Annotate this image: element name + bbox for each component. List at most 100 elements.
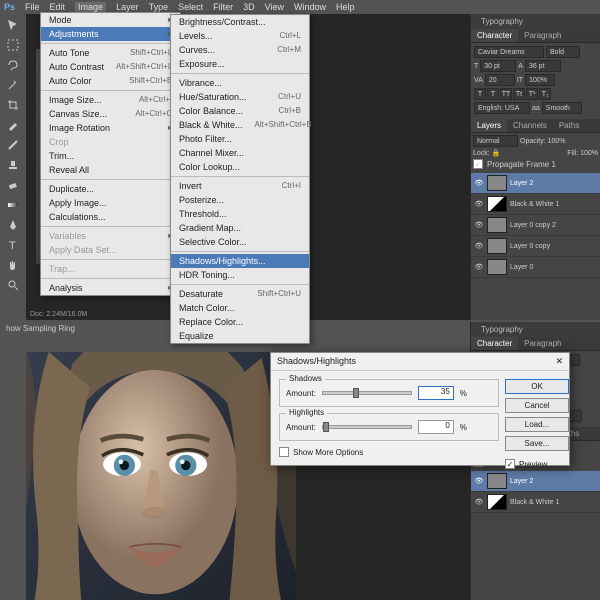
menu-item[interactable]: Image Size...Alt+Ctrl+I bbox=[41, 93, 180, 107]
eyedropper-tool[interactable] bbox=[2, 116, 24, 134]
menu-item[interactable]: Vibrance... bbox=[171, 76, 309, 90]
menu-item[interactable]: Variables bbox=[41, 229, 180, 243]
shadows-amount-input[interactable]: 35 bbox=[418, 386, 454, 400]
menu-image[interactable]: Image bbox=[75, 2, 106, 12]
menu-item[interactable]: Gradient Map... bbox=[171, 221, 309, 235]
menu-item[interactable]: Match Color... bbox=[171, 301, 309, 315]
visibility-icon[interactable]: 👁 bbox=[474, 262, 484, 272]
menu-item[interactable]: Trap... bbox=[41, 262, 180, 276]
load-button[interactable]: Load... bbox=[505, 417, 569, 432]
cancel-button[interactable]: Cancel bbox=[505, 398, 569, 413]
marquee-tool[interactable] bbox=[2, 36, 24, 54]
layer-row[interactable]: 👁Layer 0 bbox=[471, 257, 600, 278]
leading-input[interactable]: 36 pt bbox=[525, 60, 561, 72]
kerning-input[interactable]: 20 bbox=[485, 74, 515, 86]
lang-select[interactable]: English: USA bbox=[474, 102, 530, 114]
shadows-amount-slider[interactable] bbox=[322, 391, 412, 395]
menu-item[interactable]: Curves...Ctrl+M bbox=[171, 43, 309, 57]
menu-item[interactable]: Adjustments bbox=[41, 27, 180, 41]
menu-item[interactable]: DesaturateShift+Ctrl+U bbox=[171, 287, 309, 301]
menu-item[interactable]: Auto ToneShift+Ctrl+L bbox=[41, 46, 180, 60]
pen-tool[interactable] bbox=[2, 216, 24, 234]
menu-item[interactable]: HDR Toning... bbox=[171, 268, 309, 282]
lock-icon[interactable]: 🔒 bbox=[492, 149, 501, 157]
character-tab[interactable]: Character bbox=[471, 337, 518, 350]
menu-item[interactable]: Apply Image... bbox=[41, 196, 180, 210]
menu-view[interactable]: View bbox=[265, 2, 284, 12]
layer-row[interactable]: 👁Layer 0 copy bbox=[471, 236, 600, 257]
menu-filter[interactable]: Filter bbox=[213, 2, 233, 12]
stamp-tool[interactable] bbox=[2, 156, 24, 174]
menu-item[interactable]: Auto ContrastAlt+Shift+Ctrl+L bbox=[41, 60, 180, 74]
menu-item[interactable]: Color Balance...Ctrl+B bbox=[171, 104, 309, 118]
menu-select[interactable]: Select bbox=[178, 2, 203, 12]
brush-tool[interactable] bbox=[2, 136, 24, 154]
menu-item[interactable]: Threshold... bbox=[171, 207, 309, 221]
menu-item[interactable]: Replace Color... bbox=[171, 315, 309, 329]
layers-tab[interactable]: Layers bbox=[471, 119, 507, 132]
menu-item[interactable]: Canvas Size...Alt+Ctrl+C bbox=[41, 107, 180, 121]
eraser-tool[interactable] bbox=[2, 176, 24, 194]
panel-preset-tab[interactable]: Typography bbox=[473, 324, 531, 335]
ok-button[interactable]: OK bbox=[505, 379, 569, 394]
menu-item[interactable]: Black & White...Alt+Shift+Ctrl+B bbox=[171, 118, 309, 132]
menu-item[interactable]: Photo Filter... bbox=[171, 132, 309, 146]
preview-check[interactable]: ✓ bbox=[505, 459, 515, 469]
layer-row[interactable]: 👁Black & White 1 bbox=[471, 194, 600, 215]
highlights-amount-input[interactable]: 0 bbox=[418, 420, 454, 434]
paths-tab[interactable]: Paths bbox=[553, 119, 585, 132]
menu-item[interactable]: Color Lookup... bbox=[171, 160, 309, 174]
menu-file[interactable]: File bbox=[25, 2, 40, 12]
menu-item[interactable]: Calculations... bbox=[41, 210, 180, 224]
menu-edit[interactable]: Edit bbox=[50, 2, 66, 12]
save-button[interactable]: Save... bbox=[505, 436, 569, 451]
wand-tool[interactable] bbox=[2, 76, 24, 94]
type-tool[interactable]: T bbox=[2, 236, 24, 254]
menu-item[interactable]: Posterize... bbox=[171, 193, 309, 207]
highlights-amount-slider[interactable] bbox=[322, 425, 412, 429]
character-tab[interactable]: Character bbox=[471, 29, 518, 42]
aa-select[interactable]: Smooth bbox=[542, 102, 582, 114]
crop-tool[interactable] bbox=[2, 96, 24, 114]
move-tool[interactable] bbox=[2, 16, 24, 34]
font-size-input[interactable]: 30 pt bbox=[480, 60, 516, 72]
menu-layer[interactable]: Layer bbox=[116, 2, 139, 12]
visibility-icon[interactable]: 👁 bbox=[474, 497, 484, 507]
menu-item[interactable]: Auto ColorShift+Ctrl+B bbox=[41, 74, 180, 88]
channels-tab[interactable]: Channels bbox=[507, 119, 553, 132]
propagate-check[interactable]: ✓ bbox=[473, 159, 483, 169]
menu-type[interactable]: Type bbox=[149, 2, 169, 12]
visibility-icon[interactable]: 👁 bbox=[474, 476, 484, 486]
visibility-icon[interactable]: 👁 bbox=[474, 178, 484, 188]
hand-tool[interactable] bbox=[2, 256, 24, 274]
panel-preset-tab[interactable]: Typography bbox=[473, 16, 531, 27]
close-icon[interactable]: ✕ bbox=[555, 356, 563, 367]
visibility-icon[interactable]: 👁 bbox=[474, 220, 484, 230]
menu-item[interactable]: Trim... bbox=[41, 149, 180, 163]
menu-item[interactable]: Analysis bbox=[41, 281, 180, 295]
menu-item[interactable]: Selective Color... bbox=[171, 235, 309, 249]
layer-row[interactable]: 👁Black & White 1 bbox=[471, 492, 600, 513]
zoom-tool[interactable] bbox=[2, 276, 24, 294]
menu-item[interactable]: InvertCtrl+I bbox=[171, 179, 309, 193]
menu-item[interactable]: Image Rotation bbox=[41, 121, 180, 135]
gradient-tool[interactable] bbox=[2, 196, 24, 214]
paragraph-tab[interactable]: Paragraph bbox=[518, 29, 567, 42]
menu-item[interactable]: Exposure... bbox=[171, 57, 309, 71]
blend-mode-select[interactable]: Normal bbox=[473, 135, 518, 147]
menu-item[interactable]: Hue/Saturation...Ctrl+U bbox=[171, 90, 309, 104]
show-more-check[interactable] bbox=[279, 447, 289, 457]
menu-item[interactable]: Reveal All bbox=[41, 163, 180, 177]
menu-item[interactable]: Apply Data Set... bbox=[41, 243, 180, 257]
menu-item[interactable]: Crop bbox=[41, 135, 180, 149]
menu-item[interactable]: Shadows/Highlights... bbox=[171, 254, 309, 268]
layer-row[interactable]: 👁Layer 0 copy 2 bbox=[471, 215, 600, 236]
menu-item[interactable]: Equalize bbox=[171, 329, 309, 343]
font-select[interactable]: Caviar Dreams bbox=[474, 46, 544, 58]
visibility-icon[interactable]: 👁 bbox=[474, 199, 484, 209]
paragraph-tab[interactable]: Paragraph bbox=[518, 337, 567, 350]
menu-item[interactable]: Brightness/Contrast... bbox=[171, 15, 309, 29]
font-style-select[interactable]: Bold bbox=[546, 46, 580, 58]
menu-3d[interactable]: 3D bbox=[243, 2, 255, 12]
lasso-tool[interactable] bbox=[2, 56, 24, 74]
